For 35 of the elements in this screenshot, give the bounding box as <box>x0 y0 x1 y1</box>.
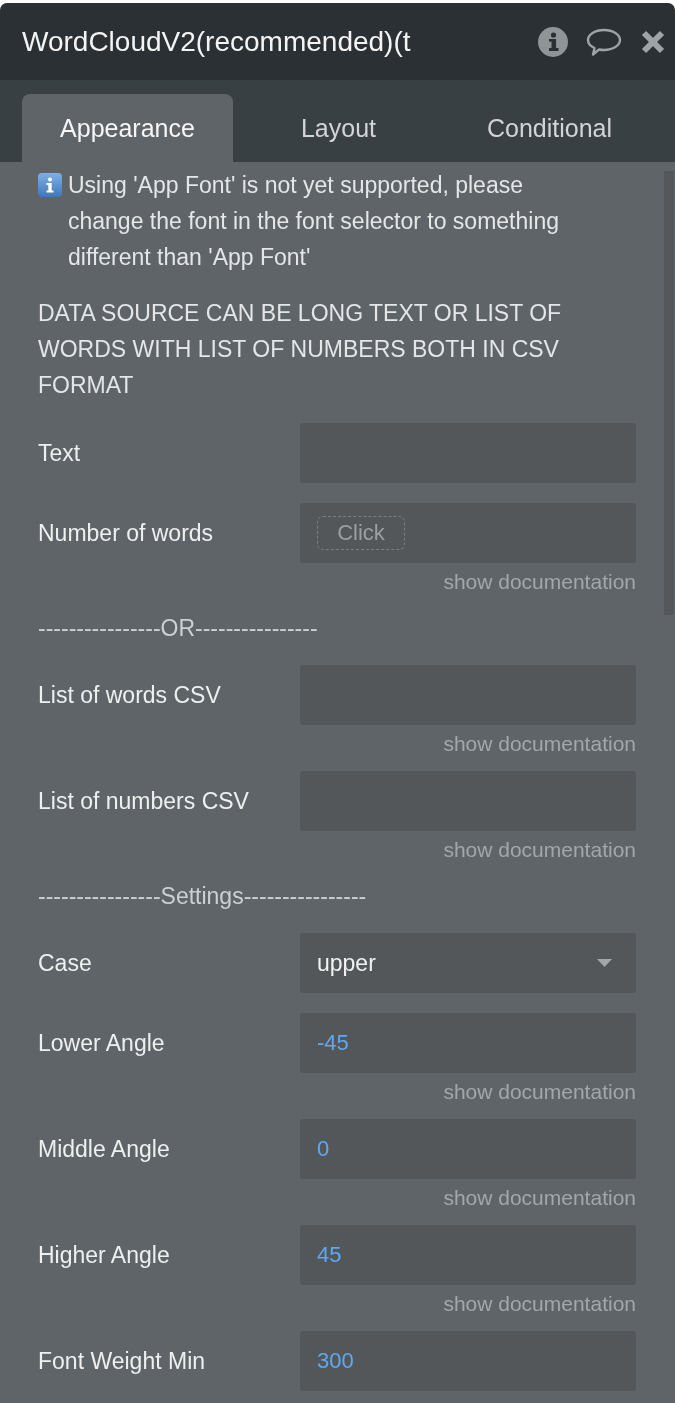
tab[interactable]: Appearance <box>22 94 233 162</box>
field-label: Case <box>38 949 93 977</box>
case-dropdown[interactable]: upper <box>300 933 636 993</box>
field-label: List of numbers CSV <box>38 787 250 815</box>
show-documentation-link[interactable]: show documentation <box>443 838 636 862</box>
field-label: Middle Angle <box>38 1135 171 1163</box>
input-field[interactable]: 45 <box>300 1225 636 1285</box>
show-documentation-link[interactable]: show documentation <box>443 732 636 756</box>
section-divider: ----------------Settings---------------- <box>38 882 367 911</box>
input-field[interactable]: 300 <box>300 1331 636 1391</box>
info-icon[interactable] <box>538 26 568 57</box>
field-label: Text <box>38 439 82 467</box>
info-note: Using 'App Font' is not yet supported, please change the font in the font selector to something different than 'App Font' <box>68 171 560 272</box>
window-title: WordCloudV2(recommended)(t <box>22 25 411 58</box>
info-icon <box>38 173 62 197</box>
tab[interactable]: Conditional <box>444 94 655 162</box>
field-label: Higher Angle <box>38 1241 171 1269</box>
note-text: DATA SOURCE CAN BE LONG TEXT OR LIST OF WORDS WITH LIST OF NUMBERS BOTH IN CSV FORMAT <box>38 300 562 398</box>
show-documentation-link[interactable]: show documentation <box>443 570 636 594</box>
input-field[interactable]: Click <box>300 503 636 563</box>
field-label: List of words CSV <box>38 681 222 709</box>
input-field[interactable]: 0 <box>300 1119 636 1179</box>
input-field[interactable]: -45 <box>300 1013 636 1073</box>
field-label: Lower Angle <box>38 1029 166 1057</box>
show-documentation-link[interactable]: show documentation <box>443 1292 636 1316</box>
click-button[interactable]: Click <box>317 516 405 550</box>
close-icon[interactable] <box>641 29 665 54</box>
comment-icon[interactable] <box>586 27 622 56</box>
field-label: Number of words <box>38 519 215 547</box>
field-label: Font Weight Min <box>38 1347 207 1375</box>
show-documentation-link[interactable]: show documentation <box>443 1186 636 1210</box>
tab[interactable]: Layout <box>233 94 444 162</box>
show-documentation-link[interactable]: show documentation <box>443 1080 636 1104</box>
caret-icon <box>597 959 612 967</box>
section-divider: ----------------OR---------------- <box>38 614 318 643</box>
